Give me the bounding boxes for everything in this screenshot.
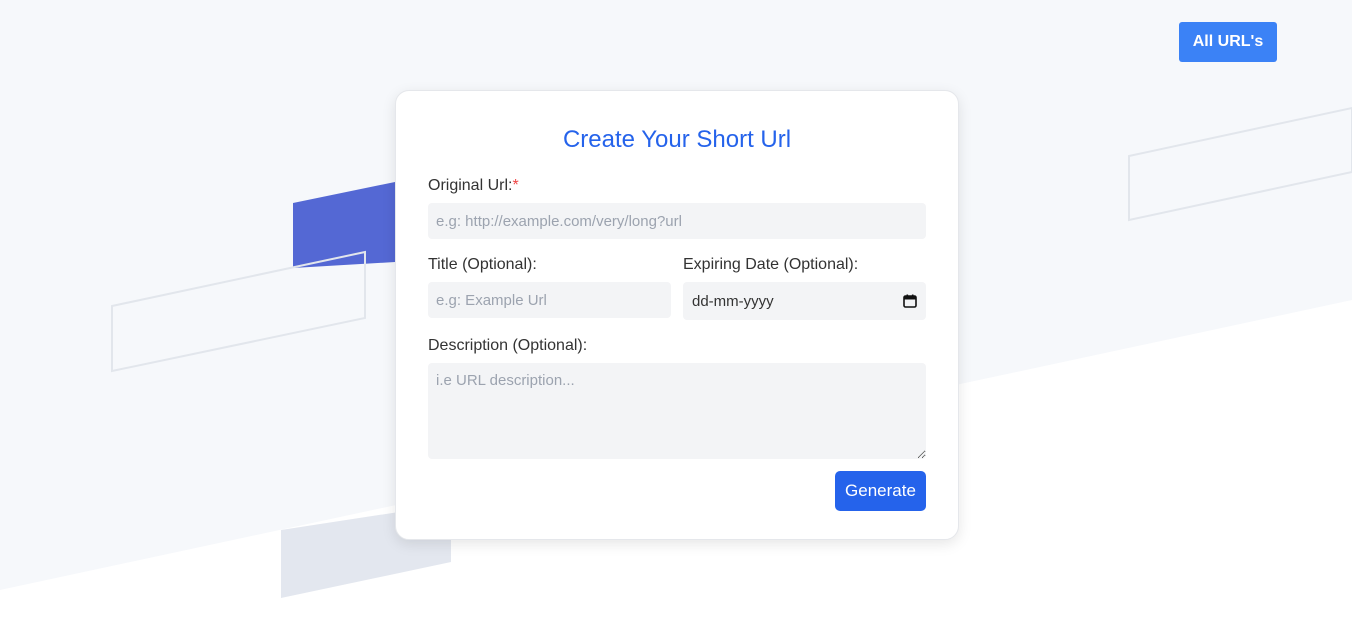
title-date-row: Title (Optional): Expiring Date (Optiona…	[428, 255, 926, 320]
original-url-group: Original Url:*	[428, 176, 926, 239]
generate-button[interactable]: Generate	[835, 471, 926, 511]
expiring-date-input[interactable]: dd-mm-yyyy	[683, 282, 926, 320]
calendar-icon[interactable]	[903, 294, 917, 308]
title-group: Title (Optional):	[428, 255, 671, 320]
expiring-date-label: Expiring Date (Optional):	[683, 256, 859, 273]
title-label: Title (Optional):	[428, 256, 537, 273]
create-url-card: Create Your Short Url Original Url:* Tit…	[395, 90, 959, 540]
description-label: Description (Optional):	[428, 337, 588, 354]
form-actions: Generate	[428, 471, 926, 511]
original-url-input[interactable]	[428, 203, 926, 239]
original-url-label-text: Original Url:	[428, 177, 513, 194]
outline-parallelogram-right	[1128, 106, 1352, 222]
required-mark: *	[512, 177, 519, 194]
description-textarea[interactable]	[428, 363, 926, 459]
date-format-text: dd-mm-yyyy	[692, 292, 774, 310]
expiring-date-group: Expiring Date (Optional): dd-mm-yyyy	[683, 255, 926, 320]
description-group: Description (Optional):	[428, 336, 926, 459]
accent-parallelogram	[293, 182, 395, 268]
outline-parallelogram-left	[111, 250, 366, 373]
all-urls-button[interactable]: All URL's	[1179, 22, 1277, 62]
title-input[interactable]	[428, 282, 671, 318]
form-title: Create Your Short Url	[562, 126, 792, 153]
original-url-label: Original Url:*	[428, 176, 926, 196]
